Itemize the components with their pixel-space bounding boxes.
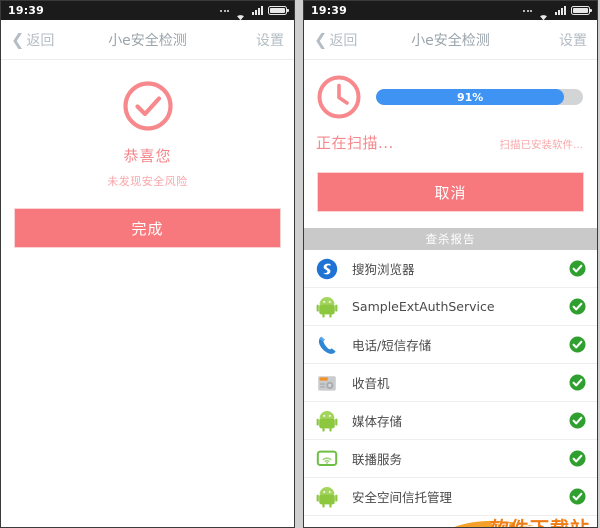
cancel-button[interactable]: 取消 xyxy=(317,172,584,212)
app-list-item[interactable]: SampleExtAuthService xyxy=(304,288,597,326)
sogou-browser-icon xyxy=(316,258,338,280)
battery-icon xyxy=(268,6,289,15)
app-name: 搜狗浏览器 xyxy=(352,262,415,277)
signal-icon xyxy=(555,6,566,15)
more-dots-icon xyxy=(523,9,532,12)
app-name: 媒体存储 xyxy=(352,414,403,429)
radio-icon xyxy=(316,372,338,394)
progress-container: 91% xyxy=(376,89,583,105)
phone-left: 19:39 ❮ 返回 小e安全检测 设置 恭喜您 未发现安全风险 完成 xyxy=(0,0,295,528)
scan-status-text: 正在扫描... xyxy=(316,134,394,152)
wifi-icon xyxy=(234,6,247,20)
status-time: 19:39 xyxy=(311,4,348,17)
app-list-item[interactable]: 电话/短信存储 xyxy=(304,326,597,364)
app-list-item[interactable]: 搜狗浏览器 xyxy=(304,250,597,288)
back-button[interactable]: ❮ 返回 xyxy=(11,30,54,50)
status-icons xyxy=(220,6,289,20)
section-header-report: 查杀报告 xyxy=(304,228,597,250)
more-dots-icon xyxy=(220,9,229,12)
broadcast-screen-icon xyxy=(316,448,338,470)
check-badge-icon xyxy=(569,412,586,429)
back-button[interactable]: ❮ 返回 xyxy=(314,30,357,50)
progress-bar-fill: 91% xyxy=(376,89,565,105)
wifi-icon xyxy=(537,6,550,20)
phone-handset-icon xyxy=(316,334,338,356)
result-title: 恭喜您 xyxy=(123,147,172,165)
check-badge-icon xyxy=(569,488,586,505)
phone-right: 19:39 ❮ 返回 小e安全检测 设置 91% 正在扫描... 扫描已安装软件… xyxy=(303,0,598,528)
settings-button[interactable]: 设置 xyxy=(256,30,284,50)
nav-bar-left: ❮ 返回 小e安全检测 设置 xyxy=(1,20,294,60)
android-robot-icon xyxy=(316,410,338,432)
check-badge-icon xyxy=(569,374,586,391)
settings-button[interactable]: 设置 xyxy=(559,30,587,50)
app-name: SampleExtAuthService xyxy=(352,299,495,314)
app-list-item[interactable]: 安全空间信托管理 xyxy=(304,478,597,516)
app-name: 收音机 xyxy=(352,376,390,391)
scan-header: 91% 正在扫描... 扫描已安装软件... xyxy=(304,60,597,153)
app-name: 安全空间信托管理 xyxy=(352,490,453,505)
progress-bar: 91% xyxy=(376,89,583,105)
chevron-left-icon: ❮ xyxy=(11,29,25,49)
nav-bar-right: ❮ 返回 小e安全检测 设置 xyxy=(304,20,597,60)
right-panel-body: 91% 正在扫描... 扫描已安装软件... 取消 查杀报告 搜狗浏览器 Samp… xyxy=(304,60,597,527)
scan-status-row: 正在扫描... 扫描已安装软件... xyxy=(316,132,585,153)
check-badge-icon xyxy=(569,336,586,353)
status-bar-right: 19:39 xyxy=(304,1,597,20)
status-time: 19:39 xyxy=(8,4,45,17)
scan-progress-row: 91% xyxy=(316,74,585,120)
scan-detail-text: 扫描已安装软件... xyxy=(499,139,583,151)
check-badge-icon xyxy=(569,260,586,277)
result-subtitle: 未发现安全风险 xyxy=(107,175,188,188)
back-label: 返回 xyxy=(26,32,55,49)
status-bar-left: 19:39 xyxy=(1,1,294,20)
check-circle-icon xyxy=(122,80,174,132)
android-robot-icon xyxy=(316,296,338,318)
status-icons xyxy=(523,6,592,20)
done-button[interactable]: 完成 xyxy=(14,208,281,248)
back-label: 返回 xyxy=(329,32,358,49)
app-name: 电话/短信存储 xyxy=(352,338,432,353)
left-panel-body: 恭喜您 未发现安全风险 完成 xyxy=(1,60,294,527)
check-badge-icon xyxy=(569,450,586,467)
check-badge-icon xyxy=(569,298,586,315)
app-list-item[interactable]: 联播服务 xyxy=(304,440,597,478)
scan-result: 恭喜您 未发现安全风险 xyxy=(1,60,294,189)
app-list-item[interactable]: 收音机 xyxy=(304,364,597,402)
watermark-swoosh-icon xyxy=(454,521,534,527)
screenshot-stage: 19:39 ❮ 返回 小e安全检测 设置 恭喜您 未发现安全风险 完成 19:3… xyxy=(0,0,600,528)
watermark-top-text: 软件下载站 xyxy=(490,514,590,527)
progress-label: 91% xyxy=(457,90,484,104)
app-list-item[interactable]: 媒体存储 xyxy=(304,402,597,440)
clock-icon xyxy=(316,74,362,120)
scan-report-list: 搜狗浏览器 SampleExtAuthService 电话/短信存储 收音机媒体存储联… xyxy=(304,250,597,516)
android-robot-icon xyxy=(316,486,338,508)
chevron-left-icon: ❮ xyxy=(314,29,328,49)
app-name: 联播服务 xyxy=(352,452,403,467)
battery-icon xyxy=(571,6,592,15)
signal-icon xyxy=(252,6,263,15)
